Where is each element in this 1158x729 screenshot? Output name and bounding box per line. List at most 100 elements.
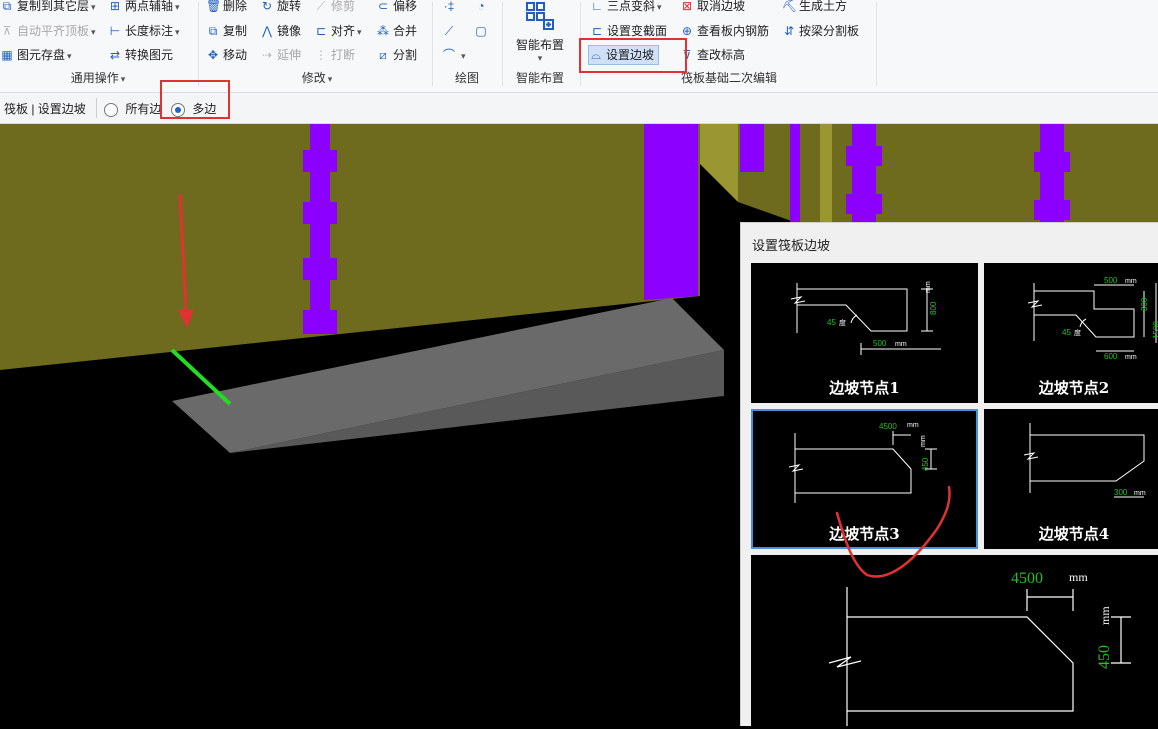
draw-arc-button[interactable]: ◔: [474, 0, 491, 16]
ribbon-divider: [502, 2, 503, 86]
view-slab-rebar-button[interactable]: ⊕ 查看板内钢筋: [680, 21, 769, 41]
node-2-dim-500: 500: [1104, 276, 1118, 285]
cancel-edge-slope-button[interactable]: ⊠ 取消边坡: [680, 0, 745, 16]
curve-icon: ⌒: [442, 48, 455, 62]
group-smart-layout: 智能布置 ▾ 智能布置: [504, 0, 576, 92]
radio-all-edges-icon[interactable]: [104, 102, 118, 117]
auto-align-top-button[interactable]: ⊼ 自动平齐顶板 ▾: [0, 21, 96, 41]
break-icon: ⋮: [315, 48, 327, 62]
edge-slope-node-2[interactable]: 500 mm 300 1500 45 度 600 mm 边坡节点2: [984, 263, 1158, 403]
set-variable-section-label: 设置变截面: [607, 24, 668, 38]
break-label: 打断: [331, 48, 356, 62]
highlight-box: [160, 80, 230, 119]
two-point-axis-label: 两点辅轴: [125, 0, 174, 13]
move-button[interactable]: ✥ 移动: [206, 45, 247, 65]
rotate-button[interactable]: ↻ 旋转: [260, 0, 301, 16]
node-preview: 4500 mm 450 mm: [751, 555, 1158, 726]
merge-icon: ⁂: [377, 24, 389, 38]
copy-label: 复制: [223, 24, 248, 38]
mirror-button[interactable]: ⋀ 镜像: [260, 21, 301, 41]
save-element-button[interactable]: ▦ 图元存盘 ▾: [0, 45, 71, 65]
smart-layout-label: 智能布置: [515, 38, 564, 52]
trim-button[interactable]: ⟋ 修剪: [314, 0, 355, 16]
align-button[interactable]: ⊏ 对齐 ▾: [314, 21, 362, 41]
mirror-icon: ⋀: [262, 24, 272, 38]
save-element-label: 图元存盘: [17, 48, 66, 62]
column[interactable]: [740, 124, 764, 172]
node-4-label: 边坡节点4: [1038, 525, 1110, 543]
dialog-title: 设置筏板边坡: [752, 238, 831, 253]
node-3-label: 边坡节点3: [829, 525, 900, 543]
axis-icon: ⊞: [109, 0, 121, 13]
preview-width-unit: mm: [1069, 570, 1088, 584]
preview-height-value: 450: [1096, 645, 1113, 669]
node-1-dim-500: 500: [873, 339, 887, 348]
smart-layout-button[interactable]: 智能布置 ▾: [504, 0, 576, 66]
delete-icon: 🗑: [206, 0, 222, 13]
group-modify: 🗑 删除 ↻ 旋转 ⟋ 修剪 ⊂ 偏移 ⧉ 复制 ⋀ 镜像 ⊏ 对齐 ▾ ⁂ 合并 ✥ 移动 ⇢ 延伸…: [204, 0, 430, 92]
align-top-icon: ⊼: [2, 24, 12, 38]
copy-to-other-floor-label: 复制到其它层: [17, 0, 90, 13]
split-icon: ⧄: [379, 48, 387, 62]
edge-slope-node-4[interactable]: 300 mm 边坡节点4: [984, 409, 1158, 549]
draw-curve-button[interactable]: ⌒ ▾: [442, 45, 466, 65]
mirror-label: 镜像: [277, 24, 302, 38]
node-2-dim-300: 300: [1140, 297, 1149, 311]
offset-icon: ⊂: [377, 0, 389, 13]
node-2-dim-deg: 度: [1074, 328, 1081, 337]
node-2-dim-mm: mm: [1125, 278, 1137, 285]
align-label: 对齐: [331, 24, 356, 38]
arc-icon: ◔: [477, 0, 485, 13]
ribbon-divider: [198, 2, 199, 86]
two-point-axis-button[interactable]: ⊞ 两点辅轴 ▾: [108, 0, 180, 16]
split-button[interactable]: ⧄ 分割: [376, 45, 417, 65]
edge-slope-node-3[interactable]: 4500 mm 450 mm 边坡节点3: [751, 409, 978, 549]
node-2-dim-45: 45: [1062, 328, 1071, 337]
check-elevation-button[interactable]: ⊽ 查改标高: [680, 45, 745, 65]
generate-earthwork-label: 生成土方: [799, 0, 848, 13]
split-label: 分割: [393, 48, 418, 62]
check-elevation-label: 查改标高: [697, 48, 746, 62]
raft-edit-title-label: 筏板基础二次编辑: [680, 71, 777, 85]
extend-button[interactable]: ⇢ 延伸: [260, 45, 301, 65]
radio-all-edges[interactable]: 所有边: [104, 100, 161, 117]
draw-point-button[interactable]: ·‡: [442, 0, 459, 16]
length-dimension-button[interactable]: ⊢ 长度标注 ▾: [108, 21, 180, 41]
auto-align-top-label: 自动平齐顶板: [17, 24, 90, 38]
option-bar: 筏板 | 设置边坡 所有边 多边: [0, 80, 1158, 124]
draw-line-button[interactable]: ⟋: [442, 21, 459, 41]
break-button[interactable]: ⋮ 打断: [314, 45, 355, 65]
save-element-icon: ▦: [1, 48, 13, 62]
column[interactable]: [644, 124, 698, 300]
line-icon: ⟋: [444, 24, 454, 38]
general-title-label: 通用操作: [70, 71, 119, 85]
draw-rect-button[interactable]: ▢: [474, 21, 491, 41]
merge-button[interactable]: ⁂ 合并: [376, 21, 417, 41]
view-slab-rebar-label: 查看板内钢筋: [697, 24, 770, 38]
trim-label: 修剪: [331, 0, 356, 13]
modify-title-label: 修改: [301, 71, 326, 85]
copy-to-other-floor-button[interactable]: ⧉ 复制到其它层 ▾: [0, 0, 96, 16]
column[interactable]: [790, 124, 800, 222]
preview-width-value: 4500: [1011, 570, 1043, 587]
rotate-icon: ↻: [261, 0, 273, 13]
edge-slope-node-1[interactable]: 800 mm 500 mm 45 度 边坡节点1: [751, 263, 978, 403]
three-point-slope-button[interactable]: ∟ 三点变斜 ▾: [590, 0, 661, 16]
dimension-icon: ⊢: [109, 24, 121, 38]
convert-element-button[interactable]: ⇄ 转换图元: [108, 45, 173, 65]
smart-layout-title-label: 智能布置: [515, 71, 564, 85]
wall-block: [820, 124, 832, 224]
delete-button[interactable]: 🗑 删除: [206, 0, 247, 16]
set-raft-edge-slope-dialog: 设置筏板边坡 800 mm 500 mm 45 度 边坡节点1 500 mm 3…: [740, 222, 1158, 726]
merge-label: 合并: [393, 24, 418, 38]
extend-label: 延伸: [277, 48, 302, 62]
copy-button[interactable]: ⧉ 复制: [206, 21, 247, 41]
earthwork-icon: ⛏: [782, 0, 798, 13]
point-icon: ·‡: [443, 0, 455, 13]
split-by-beam-button[interactable]: ⇵ 按梁分割板: [782, 21, 859, 41]
move-icon: ✥: [207, 48, 219, 62]
node-2-label: 边坡节点2: [1038, 379, 1110, 397]
generate-earthwork-button[interactable]: ⛏ 生成土方: [782, 0, 847, 16]
cancel-edge-slope-label: 取消边坡: [697, 0, 746, 13]
offset-button[interactable]: ⊂ 偏移: [376, 0, 417, 16]
